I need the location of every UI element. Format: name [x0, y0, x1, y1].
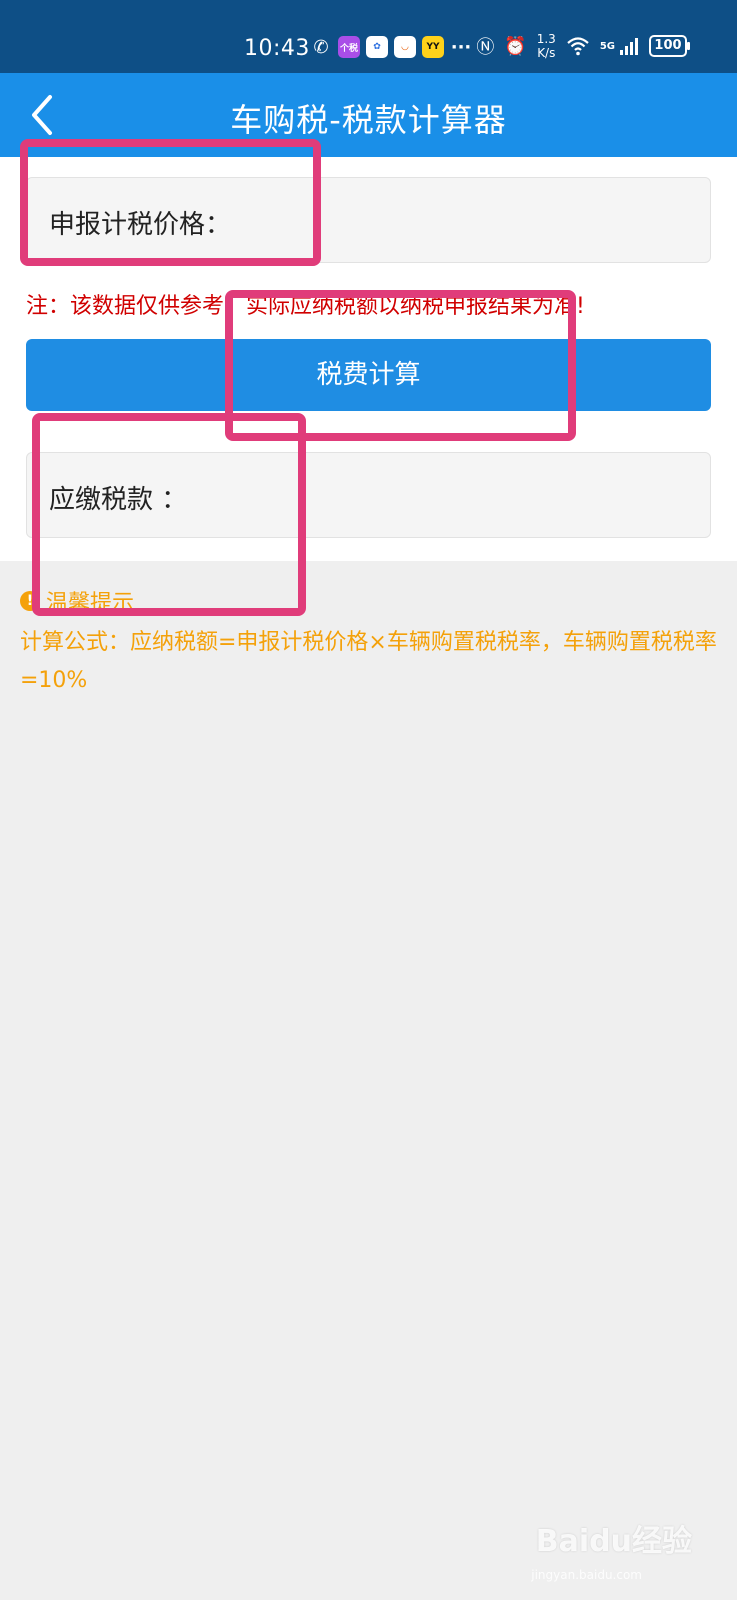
yy-app-icon: YY: [422, 36, 444, 58]
annotation-box-result: [32, 413, 306, 616]
battery-icon: 100: [649, 35, 690, 57]
tips-formula: 计算公式：应纳税额=申报计税价格×车辆购置税税率，车辆购置税税率=10%: [20, 630, 717, 693]
baidu-app-icon: ✿: [366, 36, 388, 58]
network-speed-value: 1.3: [536, 32, 556, 46]
taobao-app-icon: ◡: [394, 36, 416, 58]
nfc-icon: Ⓝ: [476, 37, 495, 58]
network-speed: 1.3 K/s: [537, 32, 556, 60]
more-notifications-icon: ···: [450, 36, 472, 58]
network-speed-unit: K/s: [537, 46, 556, 60]
status-time: 10:43: [244, 36, 310, 61]
wechat-icon: ✆: [313, 36, 329, 58]
system-status: Ⓝ ⏰ 1.3 K/s 5G 100: [476, 32, 690, 60]
price-input[interactable]: [287, 188, 700, 252]
signal-icon: [620, 38, 638, 55]
gesui-app-icon: 个税: [338, 36, 360, 58]
baidu-watermark-url: jingyan.baidu.com: [531, 1568, 642, 1582]
baidu-watermark: Baidu经验: [535, 1524, 692, 1559]
alarm-icon: ⏰: [504, 35, 527, 57]
notification-icons: ✆ 个税 ✿ ◡ YY ···: [310, 36, 472, 58]
wifi-icon: [567, 37, 589, 56]
network-type: 5G: [599, 40, 615, 52]
annotation-box-price: [20, 139, 321, 266]
page-title: 车购税-税款计算器: [230, 101, 507, 139]
status-bar: 10:43 ✆ 个税 ✿ ◡ YY ··· Ⓝ ⏰ 1.3 K/s 5G 100: [0, 0, 737, 73]
